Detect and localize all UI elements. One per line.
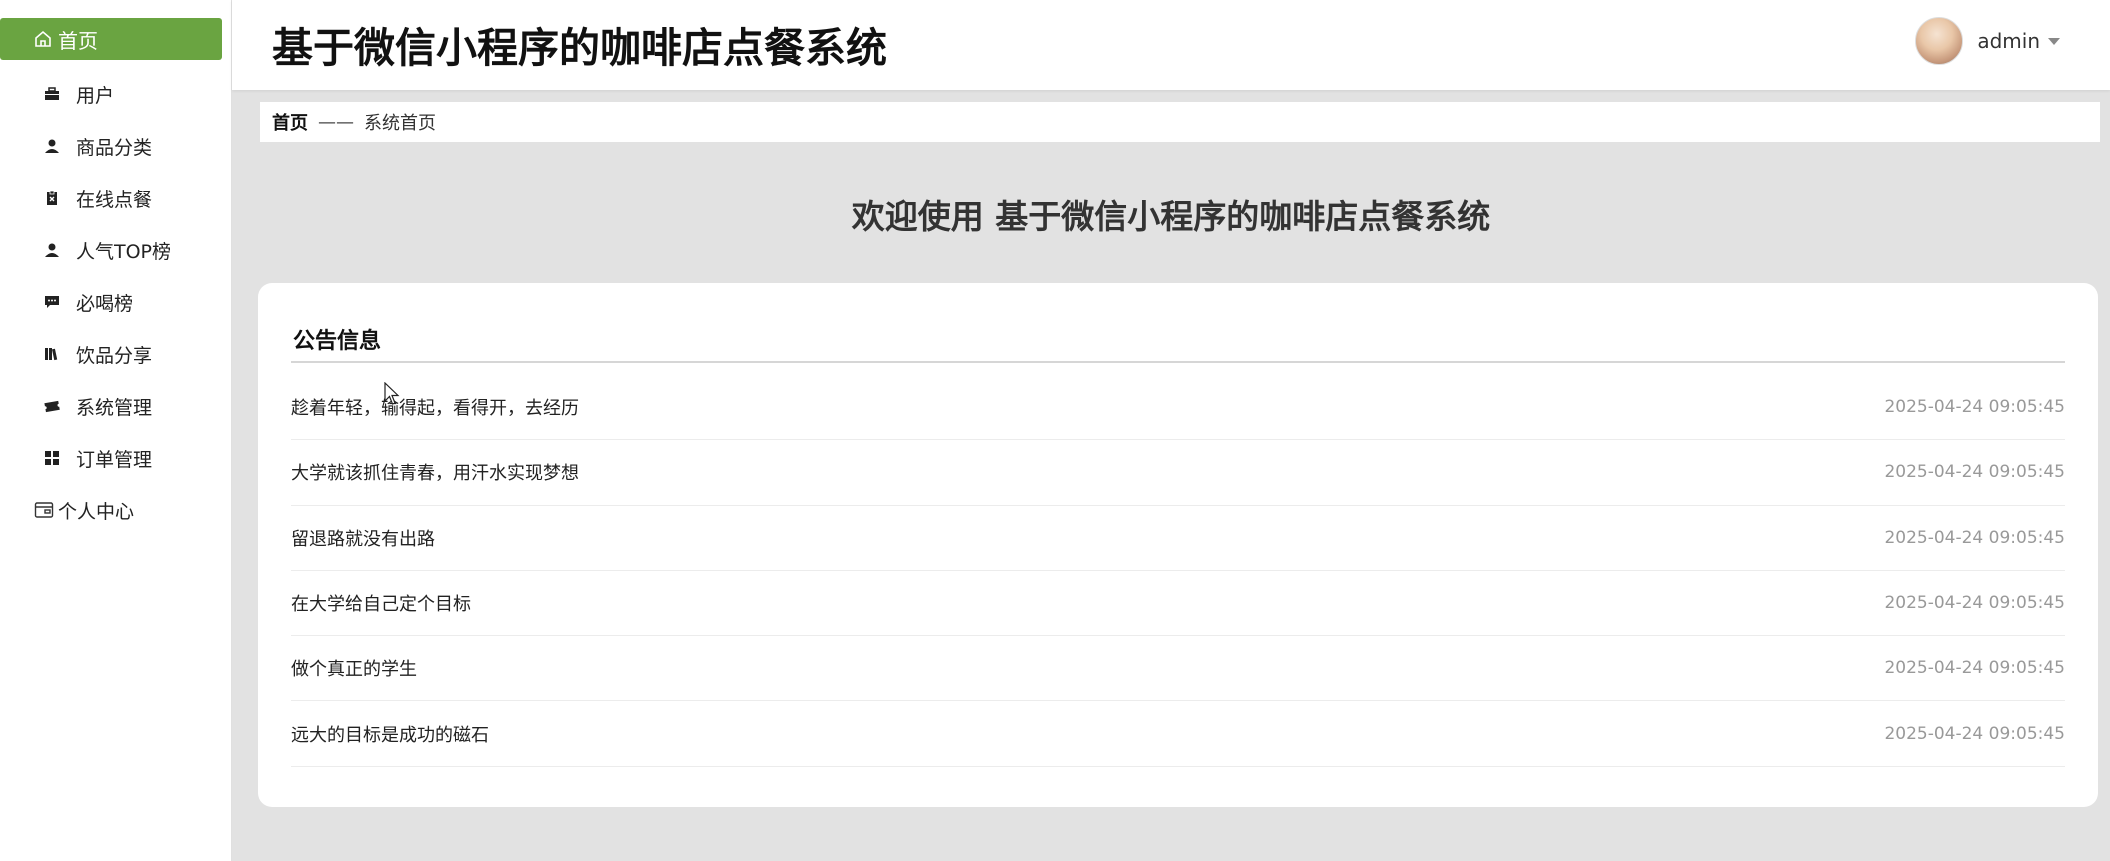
breadcrumb: 首页 —— 系统首页 (260, 102, 2100, 142)
user-icon (44, 242, 60, 258)
sidebar-item-users[interactable]: 用户 (0, 68, 232, 120)
sidebar-item-label: 必喝榜 (76, 292, 134, 315)
list-item[interactable]: 远大的目标是成功的磁石 2025-04-24 09:05:45 (291, 701, 2065, 767)
list-item[interactable]: 趁着年轻，输得起，看得开，去经历 2025-04-24 09:05:45 (291, 375, 2065, 441)
briefcase-icon (44, 86, 60, 102)
sidebar-item-top-list[interactable]: 人气TOP榜 (0, 224, 232, 276)
sidebar-item-orders[interactable]: 订单管理 (0, 432, 232, 484)
app-title: 基于微信小程序的咖啡店点餐系统 (272, 24, 887, 72)
notice-item-date: 2025-04-24 09:05:45 (1884, 527, 2065, 548)
notice-item-date: 2025-04-24 09:05:45 (1884, 723, 2065, 744)
sidebar-item-label: 在线点餐 (76, 188, 153, 211)
username: admin (1977, 29, 2040, 53)
sidebar-item-label: 首页 (58, 28, 98, 53)
sidebar: 首页 用户 商品分类 在线点餐 人气TOP榜 必喝榜 饮品分享 系统管理 订单管… (0, 0, 232, 861)
sidebar-item-label: 个人中心 (58, 500, 135, 523)
list-item[interactable]: 大学就该抓住青春，用汗水实现梦想 2025-04-24 09:05:45 (291, 440, 2065, 506)
sidebar-item-label: 人气TOP榜 (76, 240, 172, 263)
notice-item-title: 趁着年轻，输得起，看得开，去经历 (291, 398, 579, 420)
sidebar-item-label: 订单管理 (76, 448, 153, 471)
sidebar-item-categories[interactable]: 商品分类 (0, 120, 232, 172)
chat-icon (44, 294, 60, 310)
list-item[interactable]: 做个真正的学生 2025-04-24 09:05:45 (291, 636, 2065, 702)
sidebar-item-online-order[interactable]: 在线点餐 (0, 172, 232, 224)
sidebar-item-label: 用户 (76, 84, 115, 107)
header: 基于微信小程序的咖啡店点餐系统 admin (232, 0, 2110, 90)
notice-card: 公告信息 趁着年轻，输得起，看得开，去经历 2025-04-24 09:05:4… (258, 283, 2098, 807)
list-item[interactable]: 留退路就没有出路 2025-04-24 09:05:45 (291, 506, 2065, 571)
user-icon (44, 138, 60, 154)
notice-item-title: 大学就该抓住青春，用汗水实现梦想 (291, 463, 579, 485)
user-menu[interactable]: admin (1915, 16, 2060, 66)
notice-item-date: 2025-04-24 09:05:45 (1884, 462, 2065, 483)
notice-item-date: 2025-04-24 09:05:45 (1884, 593, 2065, 614)
notice-item-title: 在大学给自己定个目标 (291, 594, 471, 616)
wallet-icon (34, 502, 54, 518)
notice-list: 趁着年轻，输得起，看得开，去经历 2025-04-24 09:05:45 大学就… (291, 375, 2065, 767)
sidebar-item-system[interactable]: 系统管理 (0, 380, 232, 432)
notice-item-title: 留退路就没有出路 (291, 528, 435, 550)
notice-item-title: 远大的目标是成功的磁石 (291, 724, 489, 746)
sidebar-item-label: 系统管理 (76, 396, 153, 419)
books-icon (44, 346, 60, 362)
notice-item-title: 做个真正的学生 (291, 659, 417, 681)
clipboard-icon (44, 190, 60, 206)
sidebar-item-label: 饮品分享 (76, 344, 153, 367)
sidebar-item-must-drink[interactable]: 必喝榜 (0, 276, 232, 328)
notice-item-date: 2025-04-24 09:05:45 (1884, 658, 2065, 679)
sidebar-item-personal[interactable]: 个人中心 (0, 484, 232, 536)
breadcrumb-home[interactable]: 首页 (272, 109, 308, 135)
sidebar-item-drink-share[interactable]: 饮品分享 (0, 328, 232, 380)
caret-down-icon (2048, 37, 2060, 45)
grid-icon (44, 450, 60, 466)
welcome-heading: 欢迎使用 基于微信小程序的咖啡店点餐系统 (851, 197, 1491, 236)
mouse-cursor-icon (384, 382, 400, 405)
home-icon (35, 30, 51, 47)
breadcrumb-separator: —— (318, 111, 354, 133)
avatar[interactable] (1915, 17, 1964, 65)
list-item[interactable]: 在大学给自己定个目标 2025-04-24 09:05:45 (291, 571, 2065, 637)
divider (291, 361, 2065, 363)
sidebar-item-home[interactable]: 首页 (0, 18, 222, 60)
sidebar-item-label: 商品分类 (76, 136, 153, 159)
notice-title: 公告信息 (293, 329, 382, 354)
notice-item-date: 2025-04-24 09:05:45 (1884, 397, 2065, 418)
breadcrumb-current: 系统首页 (364, 113, 436, 134)
sidebar-menu: 用户 商品分类 在线点餐 人气TOP榜 必喝榜 饮品分享 系统管理 订单管理 个… (0, 68, 232, 536)
ticket-icon (44, 398, 60, 414)
